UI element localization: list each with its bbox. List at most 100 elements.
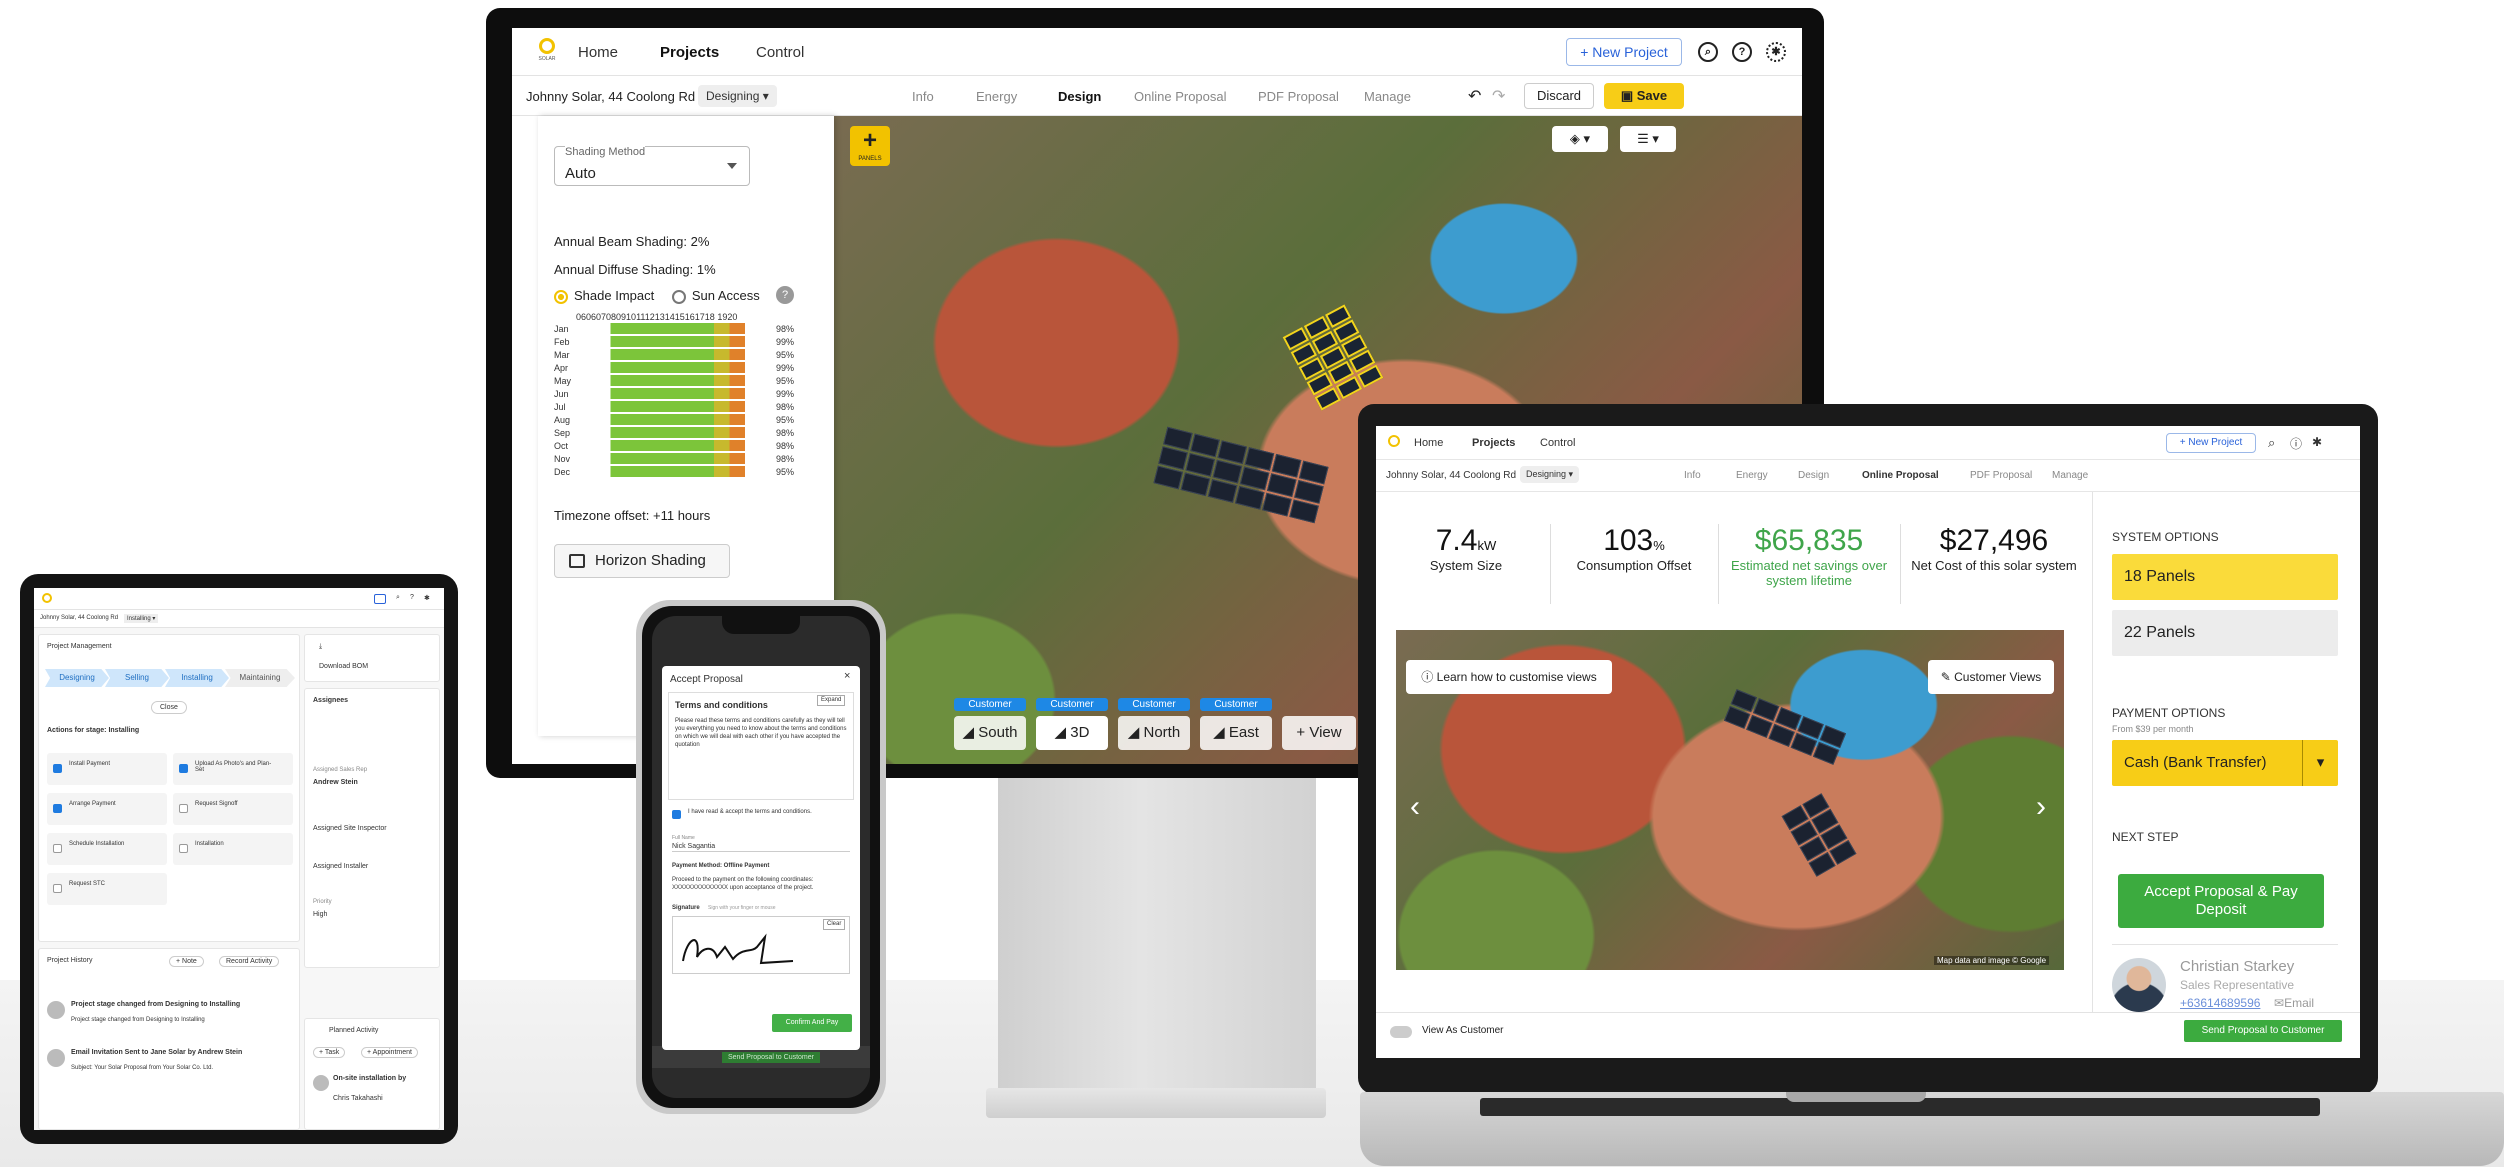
payment-select[interactable]: Cash (Bank Transfer) ▾ bbox=[2112, 740, 2338, 786]
tab-pdf-proposal[interactable]: PDF Proposal bbox=[1970, 470, 2032, 481]
radio-shade-impact[interactable]: Shade Impact bbox=[554, 288, 654, 304]
customer-3d-view[interactable]: ⓘ Learn how to customise views ✎ Custome… bbox=[1396, 630, 2064, 970]
horizon-shading-button[interactable]: Horizon Shading bbox=[554, 544, 730, 578]
gear-icon[interactable]: ✱ bbox=[1766, 42, 1786, 62]
learn-customise-button[interactable]: ⓘ Learn how to customise views bbox=[1406, 660, 1612, 694]
rep-email-link[interactable]: ✉Email bbox=[2274, 996, 2314, 1010]
task-checkbox[interactable] bbox=[53, 764, 62, 773]
tab-manage[interactable]: Manage bbox=[1364, 89, 1411, 104]
help-icon[interactable]: ? bbox=[410, 594, 414, 601]
undo-icon[interactable]: ↶ bbox=[1468, 86, 1481, 106]
task-item[interactable]: Arrange Payment bbox=[47, 793, 167, 825]
task-checkbox[interactable] bbox=[53, 844, 62, 853]
stage-dropdown[interactable]: Installing ▾ bbox=[124, 614, 159, 623]
agree-checkbox[interactable] bbox=[672, 810, 681, 819]
close-icon[interactable]: × bbox=[844, 671, 850, 682]
task-checkbox[interactable] bbox=[179, 804, 188, 813]
nav-projects[interactable]: Projects bbox=[660, 44, 719, 61]
nav-home[interactable]: Home bbox=[578, 44, 618, 61]
signature-pad[interactable]: Clear bbox=[672, 916, 850, 974]
tab-pdf-proposal[interactable]: PDF Proposal bbox=[1258, 89, 1339, 104]
help-icon[interactable]: ? bbox=[776, 286, 794, 304]
chevron-right-icon[interactable]: › bbox=[2036, 790, 2046, 824]
view-3d-button[interactable]: ◢ 3D bbox=[1036, 716, 1108, 750]
customer-views-button[interactable]: ✎ Customer Views bbox=[1928, 660, 2054, 694]
add-view-button[interactable]: + View bbox=[1282, 716, 1356, 750]
full-name-input[interactable]: Nick Sagantia bbox=[672, 842, 850, 852]
search-icon[interactable]: ⌕ bbox=[396, 594, 400, 602]
task-item[interactable]: Upload As Photo's and Plan-Set bbox=[173, 753, 293, 785]
search-icon[interactable]: ⌕ bbox=[1698, 42, 1718, 62]
expand-button[interactable]: Expand bbox=[817, 695, 846, 706]
add-appointment-button[interactable]: + Appointment bbox=[361, 1047, 418, 1058]
layers-dropdown[interactable]: ◈ ▾ bbox=[1552, 126, 1608, 152]
close-button[interactable]: Close bbox=[151, 701, 187, 714]
save-button[interactable]: ▣ Save bbox=[1604, 83, 1684, 109]
stage-dropdown[interactable]: Designing ▾ bbox=[1520, 466, 1580, 483]
add-note-button[interactable]: + Note bbox=[169, 956, 204, 967]
selected-panels[interactable] bbox=[1282, 304, 1384, 411]
assigned-site-label[interactable]: Assigned Site Inspector bbox=[313, 825, 387, 832]
tab-energy[interactable]: Energy bbox=[976, 89, 1017, 104]
tab-design[interactable]: Design bbox=[1058, 89, 1101, 104]
task-item[interactable]: Schedule Installation bbox=[47, 833, 167, 865]
add-task-button[interactable]: + Task bbox=[313, 1047, 346, 1058]
help-icon[interactable]: ⓘ bbox=[2290, 435, 2302, 452]
view-as-customer-toggle[interactable] bbox=[1390, 1026, 1412, 1038]
tab-online-proposal[interactable]: Online Proposal bbox=[1134, 89, 1227, 104]
view-north-button[interactable]: ◢ North bbox=[1118, 716, 1190, 750]
help-icon[interactable]: ? bbox=[1732, 42, 1752, 62]
gear-icon[interactable]: ✱ bbox=[424, 594, 430, 602]
task-checkbox[interactable] bbox=[179, 764, 188, 773]
tab-manage[interactable]: Manage bbox=[2052, 470, 2088, 481]
task-item[interactable]: Request STC bbox=[47, 873, 167, 905]
task-checkbox[interactable] bbox=[179, 844, 188, 853]
view-south-button[interactable]: ◢ South bbox=[954, 716, 1026, 750]
send-proposal-button[interactable]: Send Proposal to Customer bbox=[2184, 1020, 2342, 1042]
add-panels-button[interactable]: + PANELS bbox=[850, 126, 890, 166]
radio-sun-access[interactable]: Sun Access bbox=[671, 288, 760, 304]
clear-signature-button[interactable]: Clear bbox=[823, 919, 846, 930]
settings-dropdown[interactable]: ☰ ▾ bbox=[1620, 126, 1676, 152]
nav-home[interactable]: Home bbox=[1414, 437, 1443, 449]
gear-icon[interactable]: ✱ bbox=[2312, 435, 2322, 449]
rep-phone-link[interactable]: +63614689596 bbox=[2180, 996, 2260, 1010]
assigned-installer-label[interactable]: Assigned Installer bbox=[313, 863, 368, 870]
option-18-panels[interactable]: 18 Panels bbox=[2112, 554, 2338, 600]
view-east-button[interactable]: ◢ East bbox=[1200, 716, 1272, 750]
send-proposal-button[interactable]: Send Proposal to Customer bbox=[722, 1052, 820, 1063]
assigned-sales-value[interactable]: Andrew Stein bbox=[313, 779, 358, 786]
new-project-button[interactable] bbox=[374, 594, 386, 604]
tab-energy[interactable]: Energy bbox=[1736, 470, 1768, 481]
tab-info[interactable]: Info bbox=[912, 89, 934, 104]
placed-panels[interactable] bbox=[1153, 426, 1329, 524]
shading-method-select[interactable]: Shading Method Auto bbox=[554, 146, 750, 186]
tab-design[interactable]: Design bbox=[1798, 470, 1829, 481]
confirm-pay-button[interactable]: Confirm And Pay bbox=[772, 1014, 852, 1032]
stage-maintaining[interactable]: Maintaining bbox=[225, 669, 295, 687]
new-project-button[interactable]: + New Project bbox=[1566, 38, 1682, 66]
stage-dropdown[interactable]: Designing ▾ bbox=[698, 85, 777, 107]
task-item[interactable]: Request Signoff bbox=[173, 793, 293, 825]
task-item[interactable]: Installation bbox=[173, 833, 293, 865]
priority-select[interactable]: High bbox=[313, 911, 327, 918]
tab-info[interactable]: Info bbox=[1684, 470, 1701, 481]
accept-proposal-button[interactable]: Accept Proposal & Pay Deposit bbox=[2118, 874, 2324, 928]
record-activity-button[interactable]: Record Activity bbox=[219, 956, 280, 967]
stage-selling[interactable]: Selling bbox=[105, 669, 169, 687]
nav-control[interactable]: Control bbox=[1540, 437, 1575, 449]
redo-icon[interactable]: ↷ bbox=[1492, 86, 1505, 106]
option-22-panels[interactable]: 22 Panels bbox=[2112, 610, 2338, 656]
download-bom-card[interactable]: ⤓ Download BOM bbox=[304, 634, 440, 682]
search-icon[interactable]: ⌕ bbox=[2268, 435, 2275, 451]
tab-online-proposal[interactable]: Online Proposal bbox=[1862, 470, 1939, 481]
nav-projects[interactable]: Projects bbox=[1472, 437, 1515, 449]
new-project-button[interactable]: + New Project bbox=[2166, 433, 2256, 453]
discard-button[interactable]: Discard bbox=[1524, 83, 1594, 109]
stage-designing[interactable]: Designing bbox=[45, 669, 109, 687]
chevron-left-icon[interactable]: ‹ bbox=[1410, 790, 1420, 824]
task-item[interactable]: Install Payment bbox=[47, 753, 167, 785]
nav-control[interactable]: Control bbox=[756, 44, 804, 61]
task-checkbox[interactable] bbox=[53, 884, 62, 893]
stage-installing[interactable]: Installing bbox=[165, 669, 229, 687]
